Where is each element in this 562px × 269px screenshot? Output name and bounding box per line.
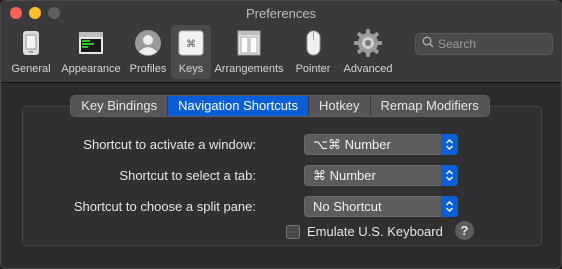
toolbar-item-general[interactable]: General <box>5 25 57 79</box>
split-pane-label: Shortcut to choose a split pane: <box>73 199 256 214</box>
toolbar-item-arrangements[interactable]: Arrangements <box>211 25 287 79</box>
activate-window-label: Shortcut to activate a window: <box>83 137 256 152</box>
popup-value: No Shortcut <box>313 199 382 214</box>
preferences-window: Preferences General Appearance Profiles … <box>0 0 562 269</box>
help-button[interactable]: ? <box>455 221 474 240</box>
emulate-us-keyboard-checkbox[interactable] <box>286 224 300 239</box>
chevron-up-down-icon <box>441 196 458 217</box>
tab-remap-modifiers[interactable]: Remap Modifiers <box>370 96 489 116</box>
setting-row-select-tab: Shortcut to select a tab: ⌘ Number <box>23 165 541 187</box>
search-input[interactable] <box>438 37 548 51</box>
pointer-icon <box>297 27 329 59</box>
toolbar-item-profiles[interactable]: Profiles <box>125 25 171 79</box>
segmented-control: Key Bindings Navigation Shortcuts Hotkey… <box>70 95 490 117</box>
popup-value: ⌘ Number <box>313 167 376 183</box>
titlebar: Preferences General Appearance Profiles … <box>1 1 561 83</box>
emulate-us-keyboard-label: Emulate U.S. Keyboard <box>307 224 443 239</box>
split-pane-popup[interactable]: No Shortcut <box>304 196 458 217</box>
toolbar-item-label: Advanced <box>343 63 393 75</box>
toolbar-item-keys[interactable]: ⌘ Keys <box>171 25 211 79</box>
toolbar-item-pointer[interactable]: Pointer <box>287 25 339 79</box>
tab-hotkey[interactable]: Hotkey <box>309 96 371 116</box>
preferences-toolbar: General Appearance Profiles ⌘ Keys Arran… <box>5 25 397 79</box>
select-tab-popup[interactable]: ⌘ Number <box>304 165 458 186</box>
tab-navigation-shortcuts[interactable]: Navigation Shortcuts <box>168 96 310 116</box>
toolbar-item-appearance[interactable]: Appearance <box>57 25 125 79</box>
tab-key-bindings[interactable]: Key Bindings <box>71 96 169 116</box>
search-field[interactable] <box>415 33 553 55</box>
activate-window-popup[interactable]: ⌥⌘ Number <box>304 134 458 155</box>
arrangements-icon <box>233 27 265 59</box>
search-icon <box>422 35 434 53</box>
toolbar-item-label: Arrangements <box>214 63 284 75</box>
svg-text:⌘: ⌘ <box>186 39 196 50</box>
profiles-icon <box>132 27 164 59</box>
keys-icon: ⌘ <box>175 27 207 59</box>
toolbar-item-label: General <box>11 63 51 75</box>
chevron-up-down-icon <box>441 134 458 155</box>
toolbar-item-label: Pointer <box>295 63 331 75</box>
setting-row-activate-window: Shortcut to activate a window: ⌥⌘ Number <box>23 134 541 156</box>
toolbar-item-label: Keys <box>178 63 204 75</box>
toolbar-item-label: Appearance <box>61 63 121 75</box>
emulate-us-keyboard-row[interactable]: Emulate U.S. Keyboard <box>286 224 443 239</box>
window-title: Preferences <box>245 6 317 21</box>
keys-pane: Key Bindings Navigation Shortcuts Hotkey… <box>5 84 557 264</box>
select-tab-label: Shortcut to select a tab: <box>119 168 256 183</box>
gear-icon <box>352 27 384 59</box>
tab-bar: Key Bindings Navigation Shortcuts Hotkey… <box>23 95 541 117</box>
general-icon <box>15 27 47 59</box>
toolbar-item-advanced[interactable]: Advanced <box>339 25 397 79</box>
appearance-icon <box>75 27 107 59</box>
setting-row-split-pane: Shortcut to choose a split pane: No Shor… <box>23 196 541 218</box>
popup-value: ⌥⌘ Number <box>313 136 391 152</box>
chevron-up-down-icon <box>441 165 458 186</box>
toolbar-item-label: Profiles <box>129 63 167 75</box>
